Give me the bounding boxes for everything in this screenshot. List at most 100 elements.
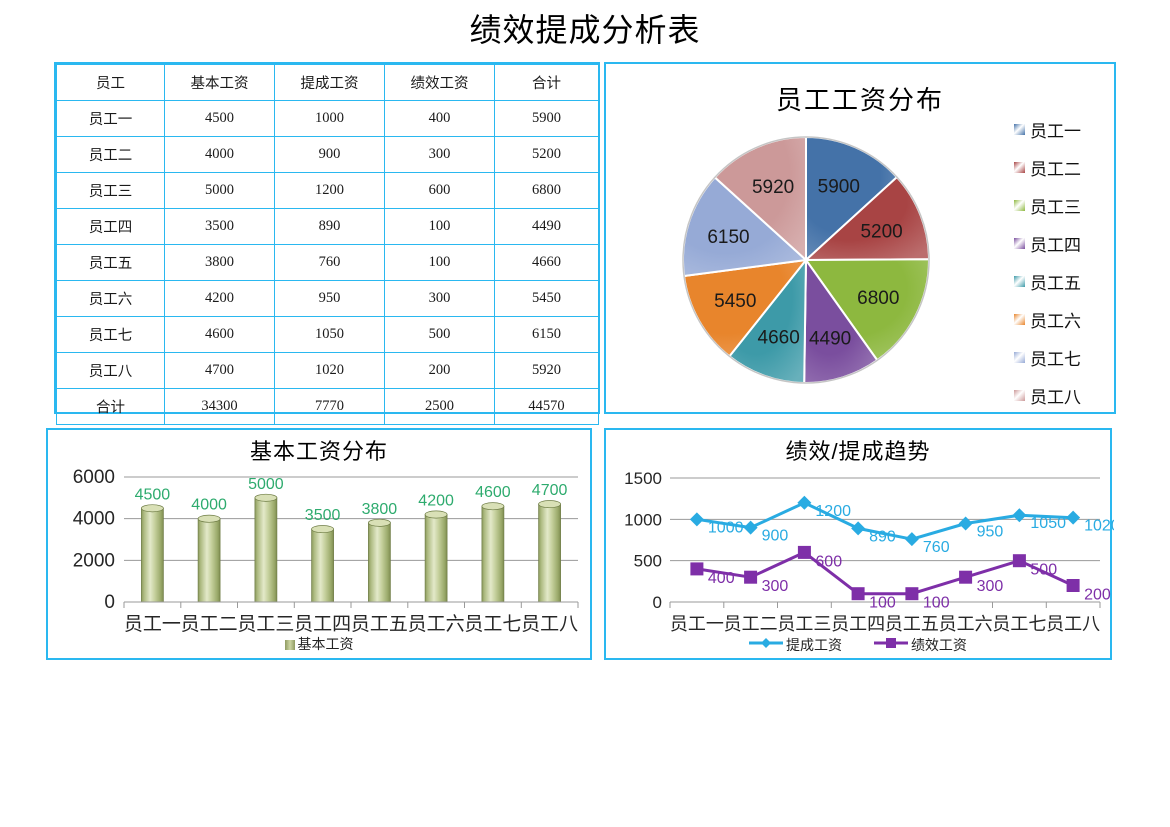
table-cell: 4600 xyxy=(164,316,275,353)
pie-legend-item: 员工七 xyxy=(1014,338,1104,376)
table-row-label: 员工四 xyxy=(56,208,165,245)
table-cell: 4500 xyxy=(164,100,275,137)
line-x-category-label: 员工六 xyxy=(939,614,993,634)
bar xyxy=(481,505,505,603)
line-x-category-label: 员工八 xyxy=(1046,614,1100,634)
bar-y-tick-label: 4000 xyxy=(73,509,115,530)
table-cell: 400 xyxy=(384,100,495,137)
line-y-tick-label: 1000 xyxy=(624,510,662,529)
bar-x-category-label: 员工四 xyxy=(294,614,351,635)
pie-data-label: 4490 xyxy=(809,329,851,350)
table-cell: 3500 xyxy=(164,208,275,245)
salary-table-panel: 员工 基本工资 提成工资 绩效工资 合计 员工一 4500 1000 400 5900 员工二 400… xyxy=(54,62,600,425)
line-legend: 提成工资 绩效工资 xyxy=(606,635,1110,655)
line-marker-diamond xyxy=(1012,508,1027,523)
bar-top-cap xyxy=(368,518,391,527)
bar xyxy=(368,522,391,603)
bar-x-category-label: 员工一 xyxy=(124,614,181,635)
table-row: 员工三 5000 1200 600 6800 xyxy=(56,172,599,209)
line-chart-panel: 绩效/提成趋势 0 500 1000 1500 员工一 员工二 员工三 员工四 员工五 员工六 员工… xyxy=(604,428,1114,660)
bar-data-label: 4600 xyxy=(475,484,511,501)
legend-swatch-icon xyxy=(1014,199,1025,211)
table-cell: 34300 xyxy=(164,388,275,425)
pie-legend-label: 员工六 xyxy=(1030,311,1081,331)
table-cell: 4000 xyxy=(164,136,275,173)
line-data-label: 760 xyxy=(923,539,950,556)
bar-svg: 0 2000 4000 6000 4500 员工一 4000 员工二 5000 员工三 3500 员工… xyxy=(73,467,579,635)
bar-y-tick-label: 2000 xyxy=(73,550,115,571)
line-data-label: 100 xyxy=(869,595,896,612)
table-row-label: 员工二 xyxy=(56,136,165,173)
bar-x-category-label: 员工六 xyxy=(408,613,465,635)
bar-top-cap xyxy=(424,510,448,519)
pie-slice-edge xyxy=(805,258,930,261)
pie-legend-item: 员工一 xyxy=(1014,110,1104,148)
legend-swatch-icon xyxy=(1014,123,1025,135)
bar-data-label: 4200 xyxy=(418,493,454,510)
line-data-label: 890 xyxy=(869,528,896,545)
line-marker-diamond xyxy=(851,521,866,536)
table-header-cell: 提成工资 xyxy=(274,64,385,101)
table-header-cell: 绩效工资 xyxy=(384,64,495,101)
pie-legend-label: 员工五 xyxy=(1030,273,1081,293)
line-marker-square xyxy=(959,570,973,584)
line-marker-square xyxy=(905,587,919,601)
pie-legend-item: 员工六 xyxy=(1014,300,1104,338)
legend-swatch-icon xyxy=(1014,237,1025,249)
table-row-label: 员工三 xyxy=(56,172,165,209)
table-cell: 300 xyxy=(384,280,495,317)
pie-legend-label: 员工二 xyxy=(1030,159,1081,179)
table-row: 合计 34300 7770 2500 44570 xyxy=(56,388,599,425)
bar xyxy=(311,528,334,603)
bar-top-cap xyxy=(197,514,221,523)
table-cell: 4660 xyxy=(494,244,599,281)
pie-data-label: 6800 xyxy=(857,288,899,309)
bar-legend: 基本工资 xyxy=(48,634,590,654)
bar-x-category-label: 员工三 xyxy=(237,614,294,635)
table-cell: 4490 xyxy=(494,208,599,245)
bar-x-category-label: 员工五 xyxy=(351,614,408,635)
table-cell: 760 xyxy=(274,244,385,281)
bar-legend-label: 基本工资 xyxy=(297,636,354,652)
bar-x-category-label: 员工二 xyxy=(181,614,238,635)
table-cell: 4200 xyxy=(164,280,275,317)
table-row: 员工五 3800 760 100 4660 xyxy=(56,244,599,281)
table-cell: 6150 xyxy=(494,316,599,353)
page-title: 绩效提成分析表 xyxy=(469,12,701,48)
table-row-label: 员工八 xyxy=(56,352,165,389)
bar-top-cap xyxy=(311,525,334,534)
table-cell: 100 xyxy=(384,244,495,281)
line-data-label: 100 xyxy=(923,595,950,612)
line-marker-diamond xyxy=(689,512,704,527)
bar-chart-panel: 基本工资分布 0 2000 4000 6000 4500 员工一 4000 员工二 5000 员工… xyxy=(46,428,592,660)
table-row-label: 员工七 xyxy=(56,316,165,353)
pie-data-label: 4660 xyxy=(758,327,800,348)
line-x-category-label: 员工四 xyxy=(831,614,885,634)
table-cell: 6800 xyxy=(494,172,599,209)
line-data-label: 1000 xyxy=(708,519,744,536)
pie-data-label: 5920 xyxy=(752,177,794,198)
bar-data-label: 4700 xyxy=(532,482,568,499)
table-cell: 5920 xyxy=(494,352,599,389)
line-data-label: 600 xyxy=(815,553,842,570)
pie-data-label: 6150 xyxy=(707,227,749,248)
table-row-label: 员工五 xyxy=(56,244,165,281)
bar-top-cap xyxy=(254,493,278,502)
bar-x-category-label: 员工七 xyxy=(464,613,521,635)
table-cell: 950 xyxy=(274,280,385,317)
legend-swatch-icon xyxy=(1014,389,1025,401)
bar-x-category-label: 员工八 xyxy=(521,614,578,635)
bar-data-label: 4000 xyxy=(191,497,227,514)
line-data-label: 950 xyxy=(977,524,1004,541)
pie-legend-item: 员工四 xyxy=(1014,224,1104,262)
table-header-row: 员工 基本工资 提成工资 绩效工资 合计 xyxy=(56,64,599,101)
table-header-cell: 员工 xyxy=(56,64,165,101)
line-x-category-label: 员工七 xyxy=(992,614,1046,634)
pie-chart-panel: 员工工资分布 5900 5200 6800 4490 4660 5450 6150 5920 … xyxy=(604,62,1116,414)
table-row-label: 合计 xyxy=(56,388,165,425)
salary-table: 员工 基本工资 提成工资 绩效工资 合计 员工一 4500 1000 400 5900 员工二 400… xyxy=(56,64,599,425)
table-row: 员工二 4000 900 300 5200 xyxy=(56,136,599,173)
line-marker-square xyxy=(797,545,811,559)
pie-legend-label: 员工三 xyxy=(1030,197,1081,217)
table-cell: 1050 xyxy=(274,316,385,353)
